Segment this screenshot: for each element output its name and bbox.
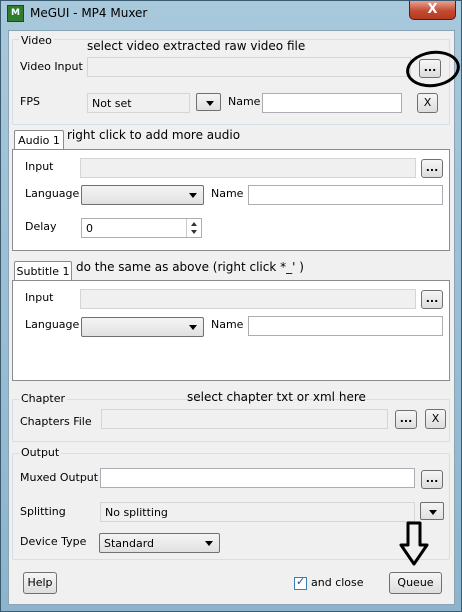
output-group-label: Output (19, 446, 62, 459)
chapters-file-text[interactable] (102, 410, 387, 428)
subtitle-input-field[interactable] (80, 289, 416, 309)
device-type-select[interactable]: Standard (99, 533, 220, 553)
subtitle-annotation: do the same as above (right click *_' ) (76, 260, 304, 274)
chevron-down-icon (205, 541, 213, 546)
spin-up-icon[interactable] (191, 222, 197, 226)
output-browse-button[interactable]: ... (421, 470, 443, 489)
muxed-output-input[interactable] (101, 469, 414, 487)
audio-input-text[interactable] (81, 159, 415, 177)
subtitle-input-text[interactable] (81, 290, 415, 308)
subtitle-language-select[interactable] (81, 317, 204, 337)
audio-name-input[interactable] (249, 186, 442, 204)
splitting-field[interactable] (100, 502, 415, 522)
splitting-dropdown-button[interactable] (420, 502, 444, 520)
subtitle-browse-button[interactable]: ... (421, 290, 443, 309)
video-input-text[interactable] (88, 58, 410, 76)
audio-input-label: Input (25, 160, 54, 173)
subtitle-input-label: Input (25, 291, 54, 304)
muxed-output-field[interactable] (100, 468, 415, 488)
and-close-checkbox[interactable] (294, 575, 307, 590)
subtitle-language-label: Language (25, 318, 80, 331)
chapter-annotation: select chapter txt or xml here (187, 390, 366, 404)
video-name-field[interactable] (262, 93, 402, 113)
audio-annotation: right click to add more audio (67, 128, 241, 142)
audio-input-field[interactable] (80, 158, 416, 178)
audio-delay-stepper[interactable] (81, 218, 202, 238)
app-icon: M (7, 5, 24, 22)
audio-delay-input[interactable] (82, 219, 182, 237)
subtitle-name-input[interactable] (249, 317, 442, 335)
device-type-value: Standard (104, 537, 155, 550)
splitting-text[interactable] (101, 503, 414, 521)
subtitle-name-field[interactable] (248, 316, 443, 336)
splitting-label: Splitting (20, 505, 66, 518)
audio-delay-label: Delay (25, 220, 57, 233)
audio-browse-button[interactable]: ... (421, 159, 443, 178)
window-close-button[interactable]: X (409, 1, 456, 20)
delay-spin-buttons[interactable] (186, 219, 201, 237)
video-input-field[interactable] (87, 57, 411, 77)
audio-name-field[interactable] (248, 185, 443, 205)
tab-subtitle-1[interactable]: Subtitle 1 (14, 261, 72, 281)
chevron-down-icon (189, 325, 197, 330)
window-title: MeGUI - MP4 Muxer (30, 6, 148, 20)
fps-text[interactable] (88, 94, 189, 112)
device-type-label: Device Type (20, 535, 87, 548)
video-name-input[interactable] (263, 94, 401, 112)
audio-language-label: Language (25, 187, 80, 200)
tab-audio-1[interactable]: Audio 1 (14, 130, 64, 150)
audio-name-label: Name (211, 187, 244, 200)
muxer-window: M MeGUI - MP4 Muxer X Video select video… (0, 0, 462, 612)
chapter-clear-button[interactable]: X (425, 409, 446, 429)
audio-language-select[interactable] (81, 185, 204, 205)
chevron-down-icon (429, 510, 437, 515)
and-close-label: and close (311, 576, 364, 589)
chapter-group-label: Chapter (19, 392, 67, 405)
chapters-file-label: Chapters File (20, 415, 92, 428)
dialog-body: Video select video extracted raw video f… (8, 30, 462, 605)
fps-dropdown-button[interactable] (196, 93, 221, 111)
chevron-down-icon (206, 101, 214, 106)
video-group-label: Video (19, 34, 54, 47)
chapters-file-field[interactable] (101, 409, 388, 429)
queue-button[interactable]: Queue (389, 572, 442, 594)
chapter-browse-button[interactable]: ... (395, 410, 417, 429)
video-name-label: Name (228, 95, 261, 108)
spin-down-icon[interactable] (191, 230, 197, 234)
subtitle-name-label: Name (211, 318, 244, 331)
video-annotation: select video extracted raw video file (87, 39, 306, 53)
title-bar[interactable]: M MeGUI - MP4 Muxer X (1, 1, 461, 27)
video-input-label: Video Input (20, 60, 83, 73)
down-arrow-annotation (399, 521, 429, 566)
video-clear-button[interactable]: X (417, 93, 438, 113)
help-button[interactable]: Help (23, 572, 57, 594)
chevron-down-icon (189, 193, 197, 198)
muxed-output-label: Muxed Output (20, 471, 99, 484)
fps-label: FPS (20, 95, 40, 108)
fps-field[interactable] (87, 93, 190, 113)
